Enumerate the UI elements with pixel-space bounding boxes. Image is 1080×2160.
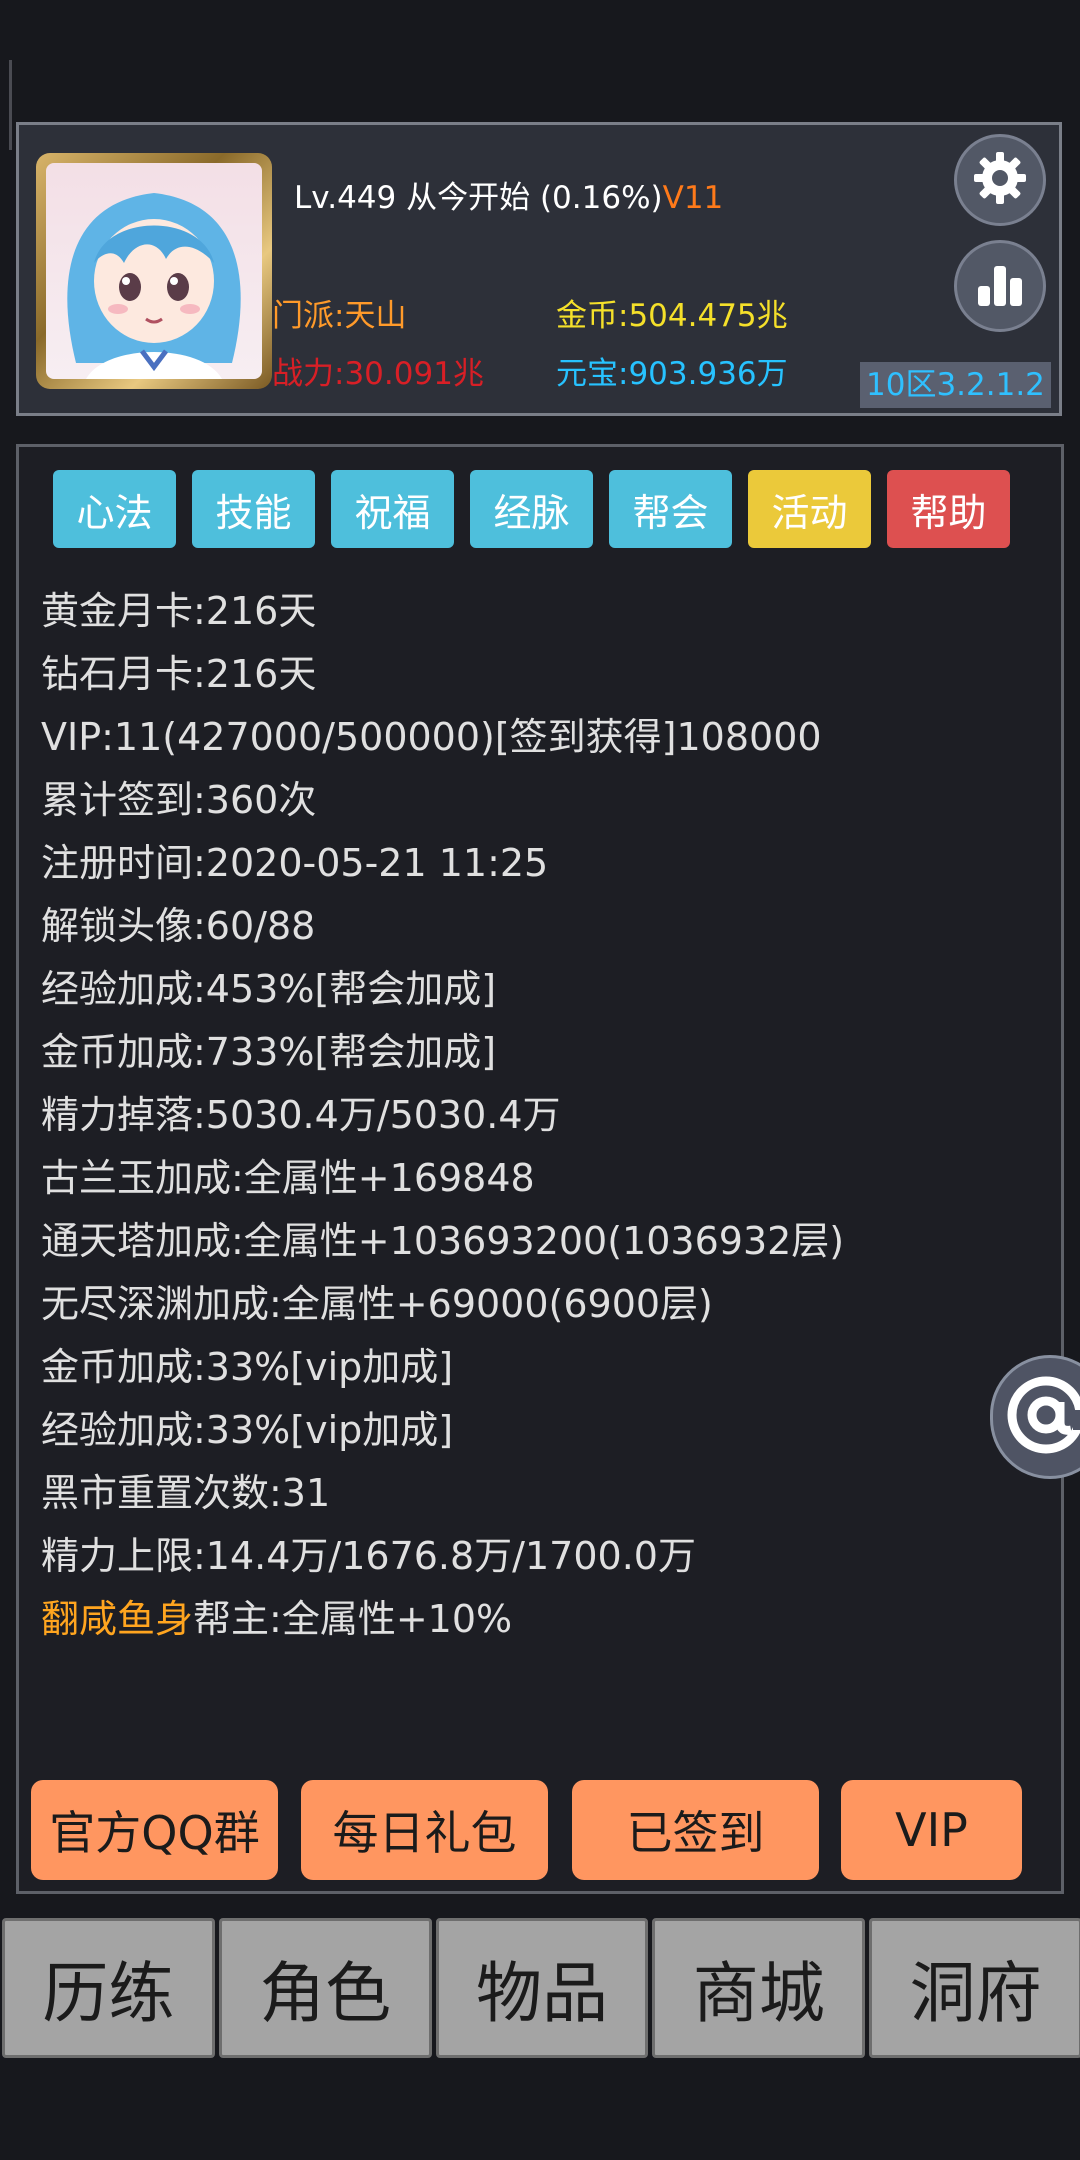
power-label: 战力:30.091兆: [272, 356, 484, 392]
floating-at-button[interactable]: [990, 1355, 1080, 1479]
tab-events[interactable]: 活动: [748, 470, 871, 548]
info-abyss-bonus: 无尽深渊加成:全属性+69000(6900层): [41, 1282, 713, 1326]
info-gold-bonus-guild: 金币加成:733%[帮会加成]: [41, 1030, 497, 1074]
info-tower-bonus: 通天塔加成:全属性+103693200(1036932层): [41, 1219, 845, 1263]
level-line: Lv.449 从今开始 (0.16%)V11: [294, 172, 723, 217]
info-energy-drop: 精力掉落:5030.4万/5030.4万: [41, 1093, 561, 1137]
at-icon: [1001, 1370, 1080, 1464]
bottom-nav: 历练 角色 物品 商城 洞府: [0, 1918, 1080, 2062]
info-diamond-card: 钻石月卡:216天: [41, 652, 317, 696]
info-total-checkin: 累计签到:360次: [41, 778, 317, 822]
info-register-time: 注册时间:2020-05-21 11:25: [41, 841, 549, 885]
vip-button[interactable]: VIP: [841, 1780, 1022, 1880]
sect-label: 门派:天山: [272, 298, 407, 334]
nav-items[interactable]: 物品: [435, 1918, 649, 2058]
tab-xinfa[interactable]: 心法: [53, 470, 176, 548]
settings-button[interactable]: [954, 134, 1046, 226]
info-exp-bonus-guild: 经验加成:453%[帮会加成]: [41, 967, 497, 1011]
tab-skills[interactable]: 技能: [192, 470, 315, 548]
info-exp-bonus-vip: 经验加成:33%[vip加成]: [41, 1408, 454, 1452]
info-guild-leader: 翻咸鱼身帮主:全属性+10%: [41, 1588, 844, 1651]
info-unlocked-avatars: 解锁头像:60/88: [41, 904, 316, 948]
tab-meridians[interactable]: 经脉: [470, 470, 593, 548]
checked-in-button[interactable]: 已签到: [572, 1780, 819, 1880]
exp-progress: (0.16%): [539, 180, 663, 216]
qq-group-button[interactable]: 官方QQ群: [31, 1780, 278, 1880]
tab-guild[interactable]: 帮会: [609, 470, 732, 548]
gear-icon: [970, 148, 1030, 212]
daily-gift-button[interactable]: 每日礼包: [301, 1780, 548, 1880]
tab-bar: 心法 技能 祝福 经脉 帮会 活动 帮助: [53, 470, 1010, 548]
edge-divider: [9, 60, 12, 150]
avatar-image: [46, 163, 262, 379]
guild-name[interactable]: 翻咸鱼身: [41, 1597, 193, 1641]
guild-leader-bonus: 帮主:全属性+10%: [193, 1597, 513, 1641]
nav-character[interactable]: 角色: [218, 1918, 432, 2058]
info-gold-card: 黄金月卡:216天: [41, 589, 317, 633]
tab-blessing[interactable]: 祝福: [331, 470, 454, 548]
info-jade-bonus: 古兰玉加成:全属性+169848: [41, 1156, 535, 1200]
info-vip-progress: VIP:11(427000/500000)[签到获得]108000: [41, 715, 822, 759]
avatar[interactable]: [36, 153, 272, 389]
info-gold-bonus-vip: 金币加成:33%[vip加成]: [41, 1345, 454, 1389]
bar-chart-icon: [970, 254, 1030, 318]
server-badge: 10区3.2.1.2: [860, 362, 1051, 408]
tab-help[interactable]: 帮助: [887, 470, 1010, 548]
player-name: 从今开始: [406, 180, 531, 216]
level: Lv.449: [294, 180, 397, 216]
info-energy-cap: 精力上限:14.4万/1676.8万/1700.0万: [41, 1534, 696, 1578]
nav-cave[interactable]: 洞府: [869, 1918, 1080, 2058]
gold-label: 金币:504.475兆: [556, 298, 788, 334]
info-list: 黄金月卡:216天 钻石月卡:216天 VIP:11(427000/500000…: [41, 580, 844, 1651]
stats-button[interactable]: [954, 240, 1046, 332]
nav-training[interactable]: 历练: [2, 1918, 215, 2058]
nav-shop[interactable]: 商城: [652, 1918, 866, 2058]
info-market-resets: 黑市重置次数:31: [41, 1471, 331, 1515]
vip-level: V11: [662, 180, 724, 216]
ingot-label: 元宝:903.936万: [556, 356, 788, 392]
